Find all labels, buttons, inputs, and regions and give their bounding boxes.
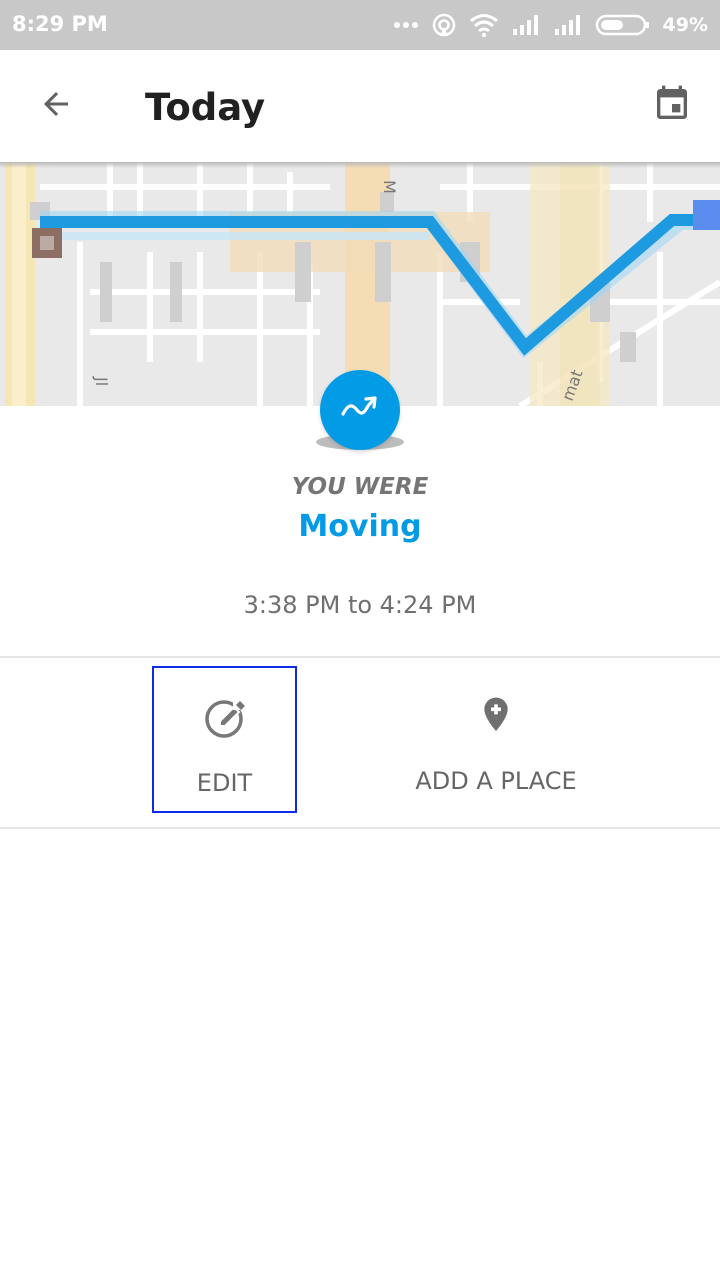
calendar-button[interactable] bbox=[642, 76, 702, 136]
end-marker bbox=[693, 200, 720, 230]
add-location-icon bbox=[476, 694, 516, 743]
activity-caption: YOU WERE bbox=[291, 474, 429, 500]
edit-button[interactable]: EDIT bbox=[152, 666, 297, 813]
wifi-icon bbox=[469, 13, 499, 37]
street-label-jl: Jl bbox=[92, 376, 111, 386]
signal-icon-2 bbox=[553, 14, 583, 36]
edit-label: EDIT bbox=[196, 769, 253, 797]
map-shadow bbox=[0, 162, 720, 168]
activity-badge bbox=[320, 370, 400, 450]
add-place-label: ADD A PLACE bbox=[415, 767, 577, 795]
back-button[interactable] bbox=[26, 76, 86, 136]
time-range: 3:38 PM to 4:24 PM bbox=[243, 591, 477, 619]
divider-top bbox=[0, 656, 720, 658]
battery-icon bbox=[595, 13, 651, 37]
add-place-button[interactable]: ADD A PLACE bbox=[396, 668, 596, 811]
activity-name[interactable]: Moving bbox=[0, 509, 720, 544]
divider-bottom bbox=[0, 827, 720, 829]
battery-percent: 49% bbox=[662, 14, 708, 36]
status-icons: 49% bbox=[393, 10, 708, 40]
hotspot-icon bbox=[431, 12, 457, 38]
calendar-icon bbox=[652, 84, 692, 129]
edit-icon bbox=[203, 696, 247, 745]
trending-up-icon bbox=[340, 394, 380, 427]
arrow-back-icon bbox=[38, 86, 74, 127]
signal-icon bbox=[511, 14, 541, 36]
more-dots-icon bbox=[393, 21, 419, 29]
status-bar: 8:29 PM 49% bbox=[0, 0, 720, 50]
status-time: 8:29 PM bbox=[12, 12, 108, 36]
street-label-m: M bbox=[380, 180, 399, 194]
page-title: Today bbox=[145, 86, 266, 129]
app-bar: Today bbox=[0, 50, 720, 162]
